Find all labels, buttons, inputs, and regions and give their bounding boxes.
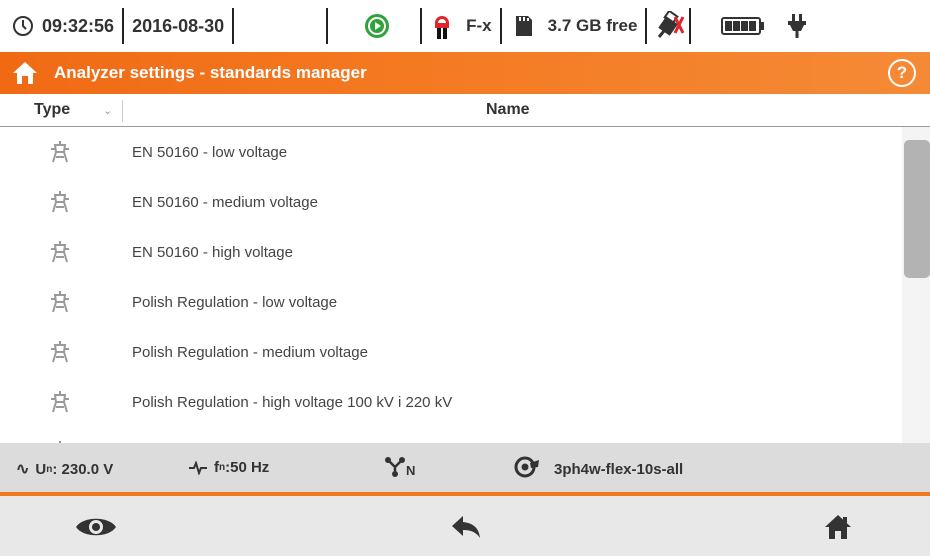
network-wye-icon [385,456,405,477]
list-item-partial[interactable] [0,427,902,443]
view-button[interactable] [66,506,126,548]
fn-value: :50 Hz [225,459,270,476]
column-divider [122,100,123,122]
record-status-icon[interactable] [364,0,390,52]
separator [689,8,692,44]
frequency-wave-icon [189,460,207,475]
standard-icon [51,241,69,263]
standard-icon [51,291,69,313]
chevron-down-icon[interactable]: ⌄ [103,104,112,117]
list-item[interactable]: EN 50160 - high voltage [0,227,902,277]
separator [420,8,423,44]
home-icon [825,515,851,539]
list-item[interactable]: EN 50160 - medium voltage [0,177,902,227]
sine-wave-icon: ∿ [16,461,30,478]
list-item-label: Polish Regulation - medium voltage [132,343,368,361]
back-button[interactable] [436,506,496,548]
status-date: 2016-08-30 [132,15,225,36]
measurement-config: 3ph4w-flex-10s-all [514,455,683,479]
title-bar: Analyzer settings - standards manager ? [0,52,930,94]
measurement-config-icon [514,456,539,478]
table-header: Type ⌄ Name [0,96,930,127]
power-plug-icon [787,0,807,52]
list-item[interactable]: Polish Regulation - low voltage [0,277,902,327]
nominal-frequency: f n:50 Hz [188,459,269,476]
config-name: 3ph4w-flex-10s-all [554,460,684,478]
scrollbar-thumb[interactable] [904,140,930,278]
bottom-toolbar [0,496,930,556]
list-item-label: EN 50160 - high voltage [132,243,293,261]
column-header-type[interactable]: Type [34,101,70,119]
clamp-type: F-x [466,16,492,35]
separator [122,8,125,44]
back-arrow-icon [452,516,480,538]
standard-icon [51,141,69,163]
storage-free: 3.7 GB free [547,16,638,35]
nominal-voltage: ∿ Un: 230.0 V [16,459,113,479]
list-item-label: EN 50160 - medium voltage [132,193,318,211]
column-header-name[interactable]: Name [486,101,530,119]
help-button[interactable]: ? [888,59,916,87]
eye-icon [76,518,116,536]
network-type: N [384,455,415,478]
info-bar: ∿ Un: 230.0 V f n:50 Hz N 3ph4w-flex-10s-… [0,443,930,493]
separator [232,8,235,44]
separator [326,8,329,44]
un-label: U [35,460,47,478]
clock-icon [12,0,34,52]
standard-icon [51,191,69,213]
standard-icon [51,391,69,413]
list-item[interactable]: Polish Regulation - medium voltage [0,327,902,377]
list-item[interactable]: Polish Regulation - high voltage 100 kV … [0,377,902,427]
standard-icon [51,341,69,363]
list-item-label: Polish Regulation - high voltage 100 kV … [132,393,453,411]
clamp-icon [432,0,452,52]
separator [645,8,648,44]
un-value: : 230.0 V [52,460,114,478]
page-title: Analyzer settings - standards manager [54,63,367,82]
usb-disconnected-icon [655,0,685,52]
home-icon[interactable] [12,61,38,85]
battery-icon [721,0,767,52]
home-button[interactable] [808,506,868,548]
list-item-label: EN 50160 - low voltage [132,143,288,161]
help-icon: ? [896,63,908,82]
list-item-label: Polish Regulation - low voltage [132,293,338,311]
status-bar: 09:32:56 2016-08-30 F-x 3.7 GB free [0,0,930,53]
separator [499,8,502,44]
network-neutral-label: N [406,463,416,478]
standards-list[interactable]: EN 50160 - low voltage EN 50160 - medium… [0,127,902,443]
status-time: 09:32:56 [42,15,115,36]
list-item[interactable]: EN 50160 - low voltage [0,127,902,177]
sd-card-icon [514,0,534,52]
